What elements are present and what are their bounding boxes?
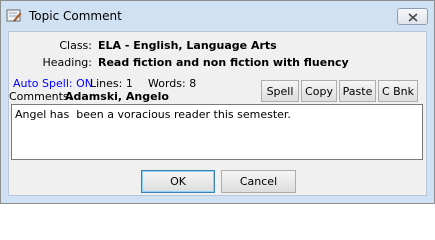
class-value: ELA - English, Language Arts: [98, 39, 277, 52]
heading-value: Read fiction and non fiction with fluenc…: [98, 56, 349, 69]
dialog-body: Class: ELA - English, Language Arts Head…: [8, 31, 427, 196]
paste-button[interactable]: Paste: [339, 80, 376, 102]
comment-textarea[interactable]: Angel has been a voracious reader this s…: [11, 104, 423, 160]
close-icon: [407, 7, 418, 26]
window-title: Topic Comment: [29, 9, 122, 23]
app-icon: [6, 8, 22, 24]
copy-button[interactable]: Copy: [301, 80, 337, 102]
class-label: Class:: [59, 39, 92, 52]
title-bar: Topic Comment: [1, 1, 434, 31]
student-name: Adamski, Angelo: [65, 90, 169, 103]
line-count: Lines: 1: [90, 77, 133, 90]
heading-label: Heading:: [42, 56, 92, 69]
spell-button[interactable]: Spell: [261, 80, 299, 102]
comment-bank-button[interactable]: C Bnk: [378, 80, 418, 102]
close-button[interactable]: [397, 8, 428, 25]
ok-button[interactable]: OK: [141, 170, 215, 193]
auto-spell-status[interactable]: Auto Spell: ON: [13, 77, 93, 90]
cancel-button[interactable]: Cancel: [221, 170, 296, 193]
word-count: Words: 8: [148, 77, 197, 90]
comments-label: Comments:: [9, 90, 73, 103]
topic-comment-window: Topic Comment Class: ELA - English, Lang…: [0, 0, 435, 204]
